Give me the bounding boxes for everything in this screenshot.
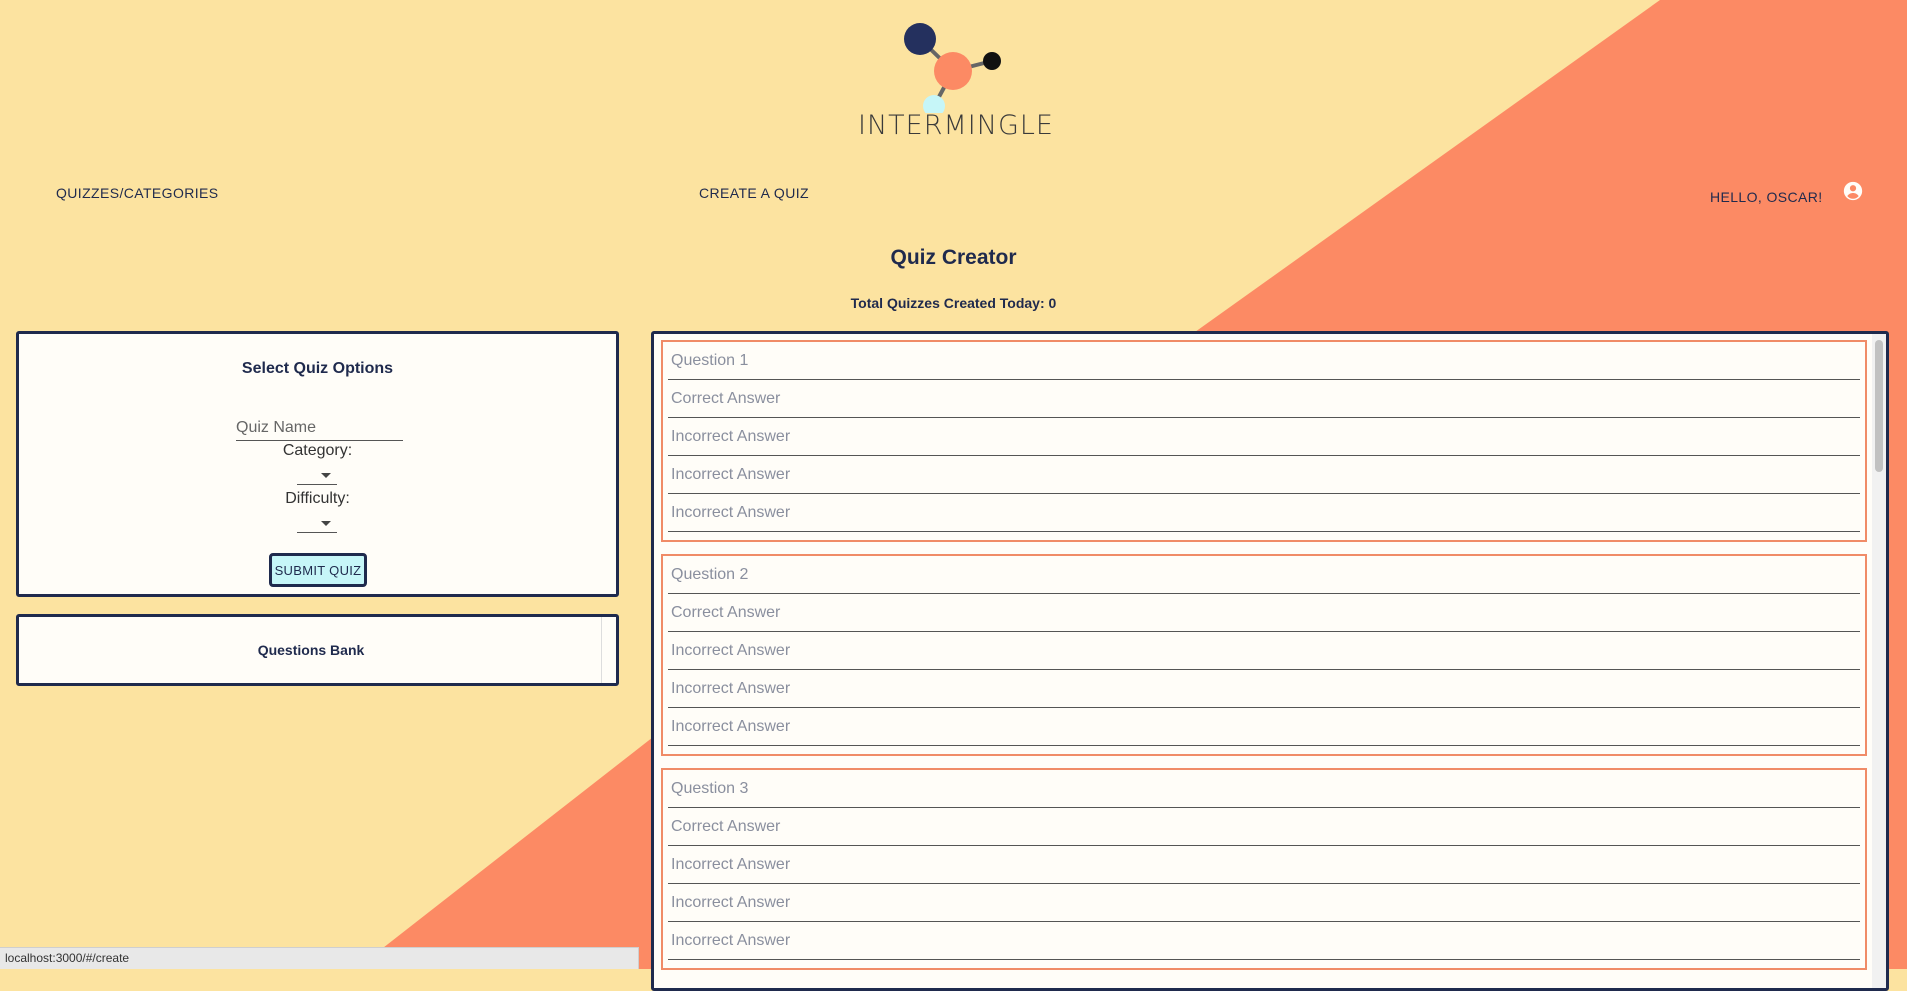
logo-molecule-icon (904, 23, 1001, 113)
creator-scrollbar[interactable] (1872, 334, 1886, 988)
incorrect-answer-input[interactable]: Incorrect Answer (668, 846, 1860, 884)
incorrect-answer-input[interactable]: Incorrect Answer (668, 670, 1860, 708)
incorrect-answer-input[interactable]: Incorrect Answer (668, 632, 1860, 670)
submit-quiz-button[interactable]: SUBMIT QUIZ (269, 553, 367, 587)
options-title: Select Quiz Options (241, 360, 394, 377)
incorrect-answer-input[interactable]: Incorrect Answer (668, 884, 1860, 922)
browser-status-bar: localhost:3000/#/create (0, 947, 639, 969)
quiz-options-panel: Select Quiz Options Category: Difficulty… (16, 331, 619, 597)
creator-scrollbar-thumb[interactable] (1875, 340, 1883, 472)
user-greeting: HELLO, OSCAR! (1710, 189, 1823, 205)
question-input[interactable]: Question 3 (668, 770, 1860, 808)
question-creator-panel: Question 1 Correct Answer Incorrect Answ… (651, 331, 1889, 991)
incorrect-answer-input[interactable]: Incorrect Answer (668, 456, 1860, 494)
incorrect-answer-input[interactable]: Incorrect Answer (668, 922, 1860, 960)
difficulty-label: Difficulty: (285, 490, 350, 507)
question-block-2: Question 2 Correct Answer Incorrect Answ… (661, 554, 1867, 756)
brand-logo[interactable]: INTERMINGLE (850, 18, 1060, 148)
page-title: Quiz Creator (890, 246, 1017, 269)
brand-name: INTERMINGLE (858, 110, 1054, 141)
questions-bank-title: Questions Bank (257, 642, 365, 658)
nav-quizzes-categories[interactable]: QUIZZES/CATEGORIES (56, 185, 219, 201)
questions-bank-scrollbar[interactable] (601, 617, 602, 683)
caret-down-icon (321, 473, 331, 478)
nav-create-quiz[interactable]: CREATE A QUIZ (699, 185, 809, 201)
category-label: Category: (282, 442, 353, 459)
difficulty-select[interactable] (297, 516, 337, 533)
account-circle-icon[interactable] (1842, 180, 1864, 202)
quizzes-created-count: Total Quizzes Created Today: 0 (850, 295, 1057, 311)
correct-answer-input[interactable]: Correct Answer (668, 594, 1860, 632)
incorrect-answer-input[interactable]: Incorrect Answer (668, 418, 1860, 456)
questions-bank-panel: Questions Bank (16, 614, 619, 686)
incorrect-answer-input[interactable]: Incorrect Answer (668, 708, 1860, 746)
question-input[interactable]: Question 2 (668, 556, 1860, 594)
question-input[interactable]: Question 1 (668, 342, 1860, 380)
correct-answer-input[interactable]: Correct Answer (668, 380, 1860, 418)
question-block-1: Question 1 Correct Answer Incorrect Answ… (661, 340, 1867, 542)
question-block-3: Question 3 Correct Answer Incorrect Answ… (661, 768, 1867, 970)
correct-answer-input[interactable]: Correct Answer (668, 808, 1860, 846)
quiz-name-input[interactable] (236, 416, 403, 441)
incorrect-answer-input[interactable]: Incorrect Answer (668, 494, 1860, 532)
category-select[interactable] (297, 468, 337, 485)
caret-down-icon (321, 521, 331, 526)
